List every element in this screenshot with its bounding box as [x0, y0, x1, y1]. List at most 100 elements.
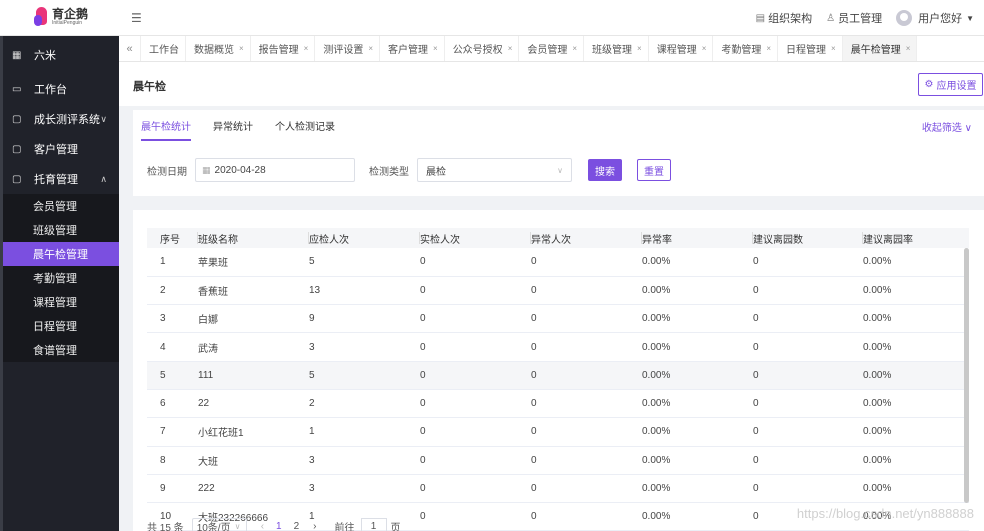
- goto-page-input[interactable]: 1: [360, 518, 387, 531]
- table-row[interactable]: 1 苹果班 5 0 0 0.00% 0 0.00%: [147, 248, 969, 277]
- table-cell: 0: [531, 361, 642, 390]
- close-icon[interactable]: ×: [702, 44, 707, 53]
- staff-management-link[interactable]: ♙ 员工管理: [826, 10, 882, 26]
- user-menu[interactable]: 用户您好 ▼: [896, 10, 974, 26]
- column-header: 异常率: [642, 228, 753, 248]
- menu-toggle-icon[interactable]: ☰: [131, 11, 142, 25]
- folder-icon: ▢: [12, 113, 22, 125]
- table-cell: 0: [753, 361, 863, 390]
- tab-customers[interactable]: 客户管理 ×: [380, 36, 445, 61]
- table-cell: 0: [420, 474, 531, 504]
- table-cell: 13: [309, 276, 420, 306]
- page-2-button[interactable]: 2: [294, 521, 300, 531]
- app-settings-button[interactable]: ⚙ 应用设置: [918, 73, 983, 96]
- tab-data-overview[interactable]: 数据概览 ×: [186, 36, 251, 61]
- close-icon[interactable]: ×: [508, 44, 513, 53]
- tab-label: 工作台: [149, 45, 179, 56]
- tab-official-account[interactable]: 公众号授权 ×: [445, 36, 520, 61]
- next-page-icon[interactable]: ›: [313, 521, 316, 531]
- sidebar-item-customers[interactable]: ▢ 客户管理: [3, 134, 119, 164]
- sidebar-subitem-members[interactable]: 会员管理: [3, 194, 119, 218]
- table-row[interactable]: 9 222 3 0 0 0.00% 0 0.00%: [147, 474, 969, 504]
- page-1-button[interactable]: 1: [276, 521, 282, 531]
- table-cell: 4: [147, 332, 198, 362]
- table-cell: 0.00%: [863, 304, 969, 334]
- close-icon[interactable]: ×: [368, 44, 373, 53]
- tabs-scroll-left-icon[interactable]: «: [119, 36, 141, 61]
- tab-workbench[interactable]: 工作台: [141, 36, 186, 61]
- close-icon[interactable]: ×: [304, 44, 309, 53]
- sidebar-subitem-courses[interactable]: 课程管理: [3, 290, 119, 314]
- table-cell: 0: [531, 332, 642, 362]
- top-bar: 育企鹅 InitialPenguin ☰ ▤ 组织架构 ♙ 员工管理 用户您好 …: [0, 0, 984, 36]
- sidebar-org[interactable]: ▦ 六米: [3, 36, 119, 74]
- table-row[interactable]: 8 大班 3 0 0 0.00% 0 0.00%: [147, 446, 969, 475]
- org-structure-link[interactable]: ▤ 组织架构: [756, 10, 812, 26]
- collapse-filter-label: 收起筛选: [921, 123, 962, 134]
- table-cell: 0: [420, 361, 531, 390]
- brand-name: 育企鹅: [52, 7, 89, 21]
- tab-classes[interactable]: 班级管理 ×: [584, 36, 649, 61]
- page-size-select[interactable]: 10条/页 ∨: [191, 518, 247, 531]
- column-header: 建议离园率: [863, 228, 969, 248]
- table-cell: 3: [147, 304, 198, 334]
- table-row[interactable]: 5 111 5 0 0 0.00% 0 0.00%: [147, 361, 969, 390]
- table-cell: 111: [198, 361, 309, 390]
- check-type-select[interactable]: 晨检 ∨: [417, 158, 572, 182]
- brand-logo[interactable]: 育企鹅 InitialPenguin: [34, 6, 88, 28]
- close-icon[interactable]: ×: [637, 44, 642, 53]
- sidebar-item-label: 成长测评系统: [34, 114, 100, 126]
- tab-label: 班级管理: [592, 45, 633, 56]
- table-row[interactable]: 3 白娜 9 0 0 0.00% 0 0.00%: [147, 304, 969, 334]
- subtab-anomaly-stats[interactable]: 异常统计: [213, 118, 253, 141]
- tab-reports[interactable]: 报告管理 ×: [251, 36, 316, 61]
- table-cell: 0.00%: [863, 446, 969, 475]
- tab-label: 测评设置: [323, 45, 364, 56]
- table-cell: 白娜: [198, 304, 309, 334]
- table-scrollbar[interactable]: [964, 248, 969, 503]
- sidebar-subitem-recipes[interactable]: 食谱管理: [3, 338, 119, 362]
- building-icon: ▦: [12, 49, 22, 61]
- reset-button[interactable]: 重置: [637, 159, 671, 181]
- tab-assessment-settings[interactable]: 测评设置 ×: [315, 36, 381, 61]
- table-cell: 0: [420, 276, 531, 306]
- folder-icon: ▢: [12, 143, 22, 155]
- gear-icon: ⚙: [924, 79, 934, 90]
- table-cell: 5: [309, 248, 420, 277]
- tab-courses[interactable]: 课程管理 ×: [649, 36, 714, 61]
- tab-health-check[interactable]: 晨午检管理 ×: [842, 36, 918, 61]
- close-icon[interactable]: ×: [239, 44, 244, 53]
- subtab-health-stats[interactable]: 晨午检统计: [141, 118, 191, 141]
- close-icon[interactable]: ×: [766, 44, 771, 53]
- close-icon[interactable]: ×: [572, 44, 577, 53]
- sidebar-subitem-health-check[interactable]: 晨午检管理: [3, 242, 119, 266]
- sidebar-subitem-classes[interactable]: 班级管理: [3, 218, 119, 242]
- table-row[interactable]: 4 武涛 3 0 0 0.00% 0 0.00%: [147, 332, 969, 362]
- table-cell: 3: [309, 474, 420, 504]
- date-picker-input[interactable]: ▦ 2020-04-28: [195, 158, 355, 182]
- close-icon[interactable]: ×: [906, 44, 911, 53]
- search-button[interactable]: 搜索: [588, 159, 622, 181]
- close-icon[interactable]: ×: [433, 44, 438, 53]
- monitor-icon: ▭: [12, 83, 22, 95]
- table-cell: 0.00%: [642, 502, 753, 531]
- calendar-icon: ▦: [202, 164, 211, 175]
- stats-table-panel: 序号 班级名称 应检人次 实检人次 异常人次 异常率 建议离园数 建议离园率 1…: [133, 210, 984, 531]
- table-cell: 8: [147, 446, 198, 475]
- table-row[interactable]: 6 22 2 0 0 0.00% 0 0.00%: [147, 389, 969, 419]
- table-cell: 0: [420, 417, 531, 447]
- sidebar-item-growth-assessment[interactable]: ▢ 成长测评系统 ∨: [3, 104, 119, 134]
- sidebar-subitem-schedule[interactable]: 日程管理: [3, 314, 119, 338]
- sidebar-subitem-attendance[interactable]: 考勤管理: [3, 266, 119, 290]
- sidebar-item-childcare[interactable]: ▢ 托育管理 ∧: [3, 164, 119, 194]
- collapse-filter-button[interactable]: 收起筛选 ∨: [922, 119, 972, 134]
- tab-members[interactable]: 会员管理 ×: [519, 36, 585, 61]
- table-row[interactable]: 7 小红花班1 1 0 0 0.00% 0 0.00%: [147, 417, 969, 447]
- sidebar-item-workbench[interactable]: ▭ 工作台: [3, 74, 119, 104]
- table-row[interactable]: 2 香蕉班 13 0 0 0.00% 0 0.00%: [147, 276, 969, 306]
- subtab-personal-records[interactable]: 个人检测记录: [275, 118, 335, 141]
- tab-attendance[interactable]: 考勤管理 ×: [713, 36, 779, 61]
- prev-page-icon[interactable]: ‹: [261, 521, 264, 531]
- close-icon[interactable]: ×: [831, 44, 836, 53]
- tab-schedule[interactable]: 日程管理 ×: [778, 36, 843, 61]
